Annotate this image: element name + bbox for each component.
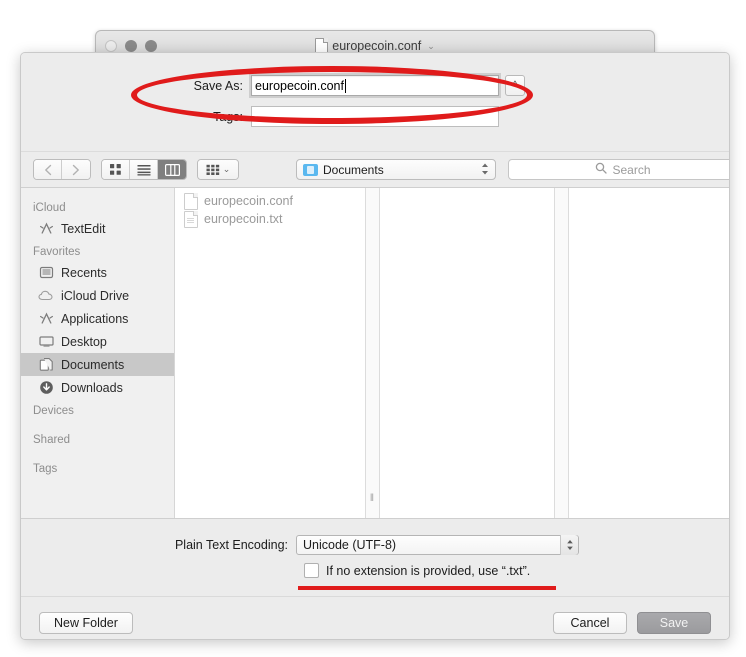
sidebar-item-textedit[interactable]: TextEdit bbox=[21, 217, 174, 240]
downloads-arrow-icon bbox=[38, 380, 54, 396]
encoding-value: Unicode (UTF-8) bbox=[303, 538, 397, 552]
updown-chevron-icon bbox=[481, 162, 489, 177]
primary-buttons: Cancel Save bbox=[553, 611, 711, 634]
sidebar-item-downloads[interactable]: Downloads bbox=[21, 376, 174, 399]
sidebar-section-tags: Tags bbox=[33, 463, 58, 475]
encoding-select[interactable]: Unicode (UTF-8) bbox=[296, 535, 579, 555]
sidebar-item-label: iCloud Drive bbox=[61, 288, 130, 303]
resize-grip-icon: ‖ bbox=[369, 493, 376, 504]
sidebar-section-shared: Shared bbox=[33, 434, 71, 446]
cancel-button[interactable]: Cancel bbox=[553, 611, 627, 634]
encoding-row: Plain Text Encoding: Unicode (UTF-8) bbox=[21, 535, 729, 555]
extension-checkbox[interactable] bbox=[304, 563, 319, 578]
blank-document-icon bbox=[184, 192, 198, 210]
tags-input[interactable] bbox=[251, 106, 499, 127]
cloud-icon bbox=[38, 288, 54, 304]
file-list-column[interactable]: europecoin.conf europecoin.txt bbox=[175, 188, 365, 518]
tags-row: Tags: bbox=[21, 106, 729, 127]
sidebar-item-desktop[interactable]: Desktop bbox=[21, 330, 174, 353]
sidebar-item-label: Applications bbox=[61, 311, 129, 326]
path-popup-label: Documents bbox=[323, 162, 384, 177]
sidebar-item-icloud-drive[interactable]: iCloud Drive bbox=[21, 284, 174, 307]
updown-chevron-icon[interactable] bbox=[560, 535, 578, 555]
navigation-segmented-control bbox=[33, 159, 91, 180]
sidebar-section-devices: Devices bbox=[33, 405, 74, 417]
search-placeholder: Search bbox=[612, 162, 651, 177]
list-item[interactable]: europecoin.txt bbox=[175, 210, 365, 228]
name-fields-area: Save As: europecoin.conf ^ Tags: bbox=[21, 53, 729, 151]
list-item[interactable]: europecoin.conf bbox=[175, 192, 365, 210]
column-resize-handle-2[interactable] bbox=[554, 188, 569, 518]
list-view-button[interactable] bbox=[130, 160, 158, 179]
tags-label: Tags: bbox=[213, 109, 243, 124]
save-as-label: Save As: bbox=[193, 78, 243, 93]
sidebar-item-applications[interactable]: Applications bbox=[21, 307, 174, 330]
encoding-accessory-panel: Plain Text Encoding: Unicode (UTF-8) If … bbox=[21, 518, 729, 596]
chevron-down-icon[interactable]: ⌄ bbox=[427, 41, 435, 52]
save-dialog-sheet: Save As: europecoin.conf ^ Tags: ⌄ Docum… bbox=[20, 52, 730, 640]
back-button[interactable] bbox=[34, 160, 62, 179]
save-as-value: europecoin.conf bbox=[255, 78, 344, 93]
screenshot-root: europecoin.conf ⌄ Save As: europecoin.co… bbox=[0, 0, 746, 657]
text-document-icon bbox=[184, 210, 198, 228]
extension-checkbox-label[interactable]: If no extension is provided, use “.txt”. bbox=[326, 564, 530, 578]
file-browser: iCloud TextEdit Favorites Recents iCloud… bbox=[21, 187, 729, 518]
desktop-monitor-icon bbox=[38, 334, 54, 350]
window-title-text: europecoin.conf bbox=[332, 39, 422, 53]
preview-column bbox=[380, 188, 554, 518]
chevron-down-icon: ⌄ bbox=[222, 164, 231, 174]
text-caret bbox=[344, 78, 346, 93]
save-as-row: Save As: europecoin.conf ^ bbox=[21, 75, 729, 96]
column-resize-handle[interactable]: ‖ bbox=[365, 188, 380, 518]
column-view-button[interactable] bbox=[158, 160, 186, 179]
search-input[interactable]: Search bbox=[508, 159, 729, 180]
icon-view-button[interactable] bbox=[102, 160, 130, 179]
file-name: europecoin.txt bbox=[204, 212, 283, 226]
extra-column bbox=[569, 188, 729, 518]
sidebar-item-recents[interactable]: Recents bbox=[21, 261, 174, 284]
expand-browser-button[interactable]: ^ bbox=[505, 75, 525, 96]
arrange-by-control: ⌄ bbox=[197, 159, 239, 180]
blue-folder-icon bbox=[303, 163, 318, 176]
finder-toolbar: ⌄ Documents Search bbox=[21, 151, 729, 187]
documents-pages-icon bbox=[38, 357, 54, 373]
sidebar-item-label: Documents bbox=[61, 357, 125, 372]
sidebar-item-label: TextEdit bbox=[61, 221, 106, 236]
sidebar-section-favorites: Favorites bbox=[33, 246, 81, 258]
forward-button[interactable] bbox=[62, 160, 90, 179]
save-as-input[interactable]: europecoin.conf bbox=[251, 75, 499, 96]
search-icon bbox=[595, 162, 608, 177]
arrange-by-button[interactable]: ⌄ bbox=[198, 160, 238, 179]
sidebar-item-documents[interactable]: Documents bbox=[21, 353, 174, 376]
applications-a-icon bbox=[38, 221, 54, 237]
applications-a-icon bbox=[38, 311, 54, 327]
recents-clock-icon bbox=[38, 265, 54, 281]
new-folder-button[interactable]: New Folder bbox=[39, 611, 133, 634]
sidebar-item-label: Downloads bbox=[61, 380, 123, 395]
extension-checkbox-row: If no extension is provided, use “.txt”. bbox=[21, 563, 729, 578]
encoding-label: Plain Text Encoding: bbox=[174, 538, 288, 552]
save-button[interactable]: Save bbox=[637, 611, 711, 634]
dialog-button-bar: New Folder Cancel Save bbox=[21, 596, 729, 639]
view-mode-segmented-control bbox=[101, 159, 187, 180]
sidebar-item-label: Desktop bbox=[61, 334, 107, 349]
path-popup-button[interactable]: Documents bbox=[296, 159, 496, 180]
sidebar-section-icloud: iCloud bbox=[33, 202, 66, 214]
sidebar: iCloud TextEdit Favorites Recents iCloud… bbox=[21, 188, 175, 518]
file-name: europecoin.conf bbox=[204, 194, 293, 208]
sidebar-item-label: Recents bbox=[61, 265, 107, 280]
